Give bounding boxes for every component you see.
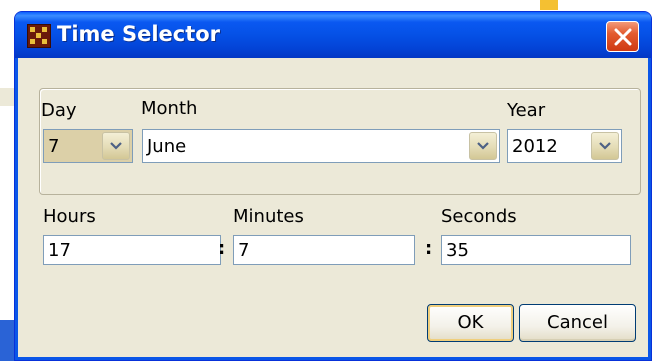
seconds-field[interactable]: 35 bbox=[441, 235, 631, 265]
minutes-seconds-separator: : bbox=[425, 238, 433, 259]
month-dropdown-button[interactable] bbox=[469, 132, 497, 160]
year-value: 2012 bbox=[512, 136, 558, 157]
day-dropdown-button[interactable] bbox=[102, 132, 130, 160]
time-selector-dialog: Time Selector Day Month Year 7 June 2012 bbox=[14, 11, 652, 361]
month-value: June bbox=[147, 136, 187, 157]
background-orange-fragment bbox=[540, 0, 558, 10]
chevron-down-icon bbox=[599, 142, 611, 150]
day-dropdown[interactable]: 7 bbox=[43, 129, 133, 163]
year-dropdown[interactable]: 2012 bbox=[507, 129, 622, 163]
cancel-button[interactable]: Cancel bbox=[519, 304, 636, 342]
seconds-value: 35 bbox=[446, 240, 469, 261]
day-label: Day bbox=[41, 100, 77, 121]
year-dropdown-button[interactable] bbox=[591, 132, 619, 160]
month-dropdown[interactable]: June bbox=[142, 129, 500, 163]
close-button[interactable] bbox=[606, 21, 639, 52]
day-value: 7 bbox=[48, 136, 60, 157]
window-title: Time Selector bbox=[57, 22, 221, 46]
ok-button[interactable]: OK bbox=[427, 304, 514, 342]
hours-value: 17 bbox=[48, 240, 71, 261]
month-label: Month bbox=[141, 98, 198, 119]
hours-minutes-separator: : bbox=[218, 238, 226, 259]
seconds-label: Seconds bbox=[441, 206, 517, 227]
hours-label: Hours bbox=[43, 206, 96, 227]
close-icon bbox=[614, 28, 632, 46]
year-label: Year bbox=[507, 100, 546, 121]
app-icon bbox=[27, 24, 51, 48]
chevron-down-icon bbox=[477, 142, 489, 150]
minutes-field[interactable]: 7 bbox=[233, 235, 415, 265]
minutes-value: 7 bbox=[238, 240, 250, 261]
title-bar[interactable]: Time Selector bbox=[15, 12, 651, 58]
chevron-down-icon bbox=[110, 142, 122, 150]
hours-field[interactable]: 17 bbox=[43, 235, 221, 265]
minutes-label: Minutes bbox=[233, 206, 304, 227]
